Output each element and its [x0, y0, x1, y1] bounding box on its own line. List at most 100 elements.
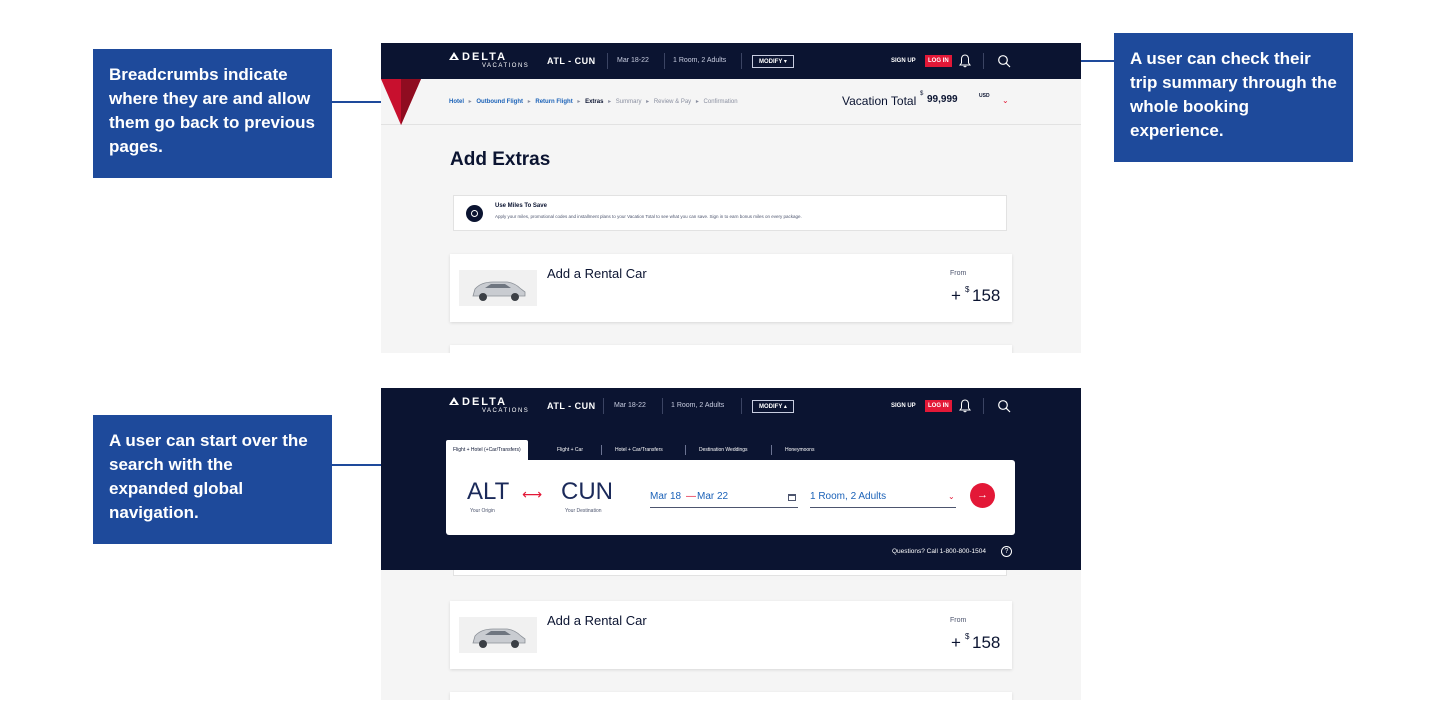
rental-car-image	[459, 270, 537, 306]
tab-divider	[771, 445, 772, 455]
delta-vacations-logo[interactable]: DELTA VACATIONS	[449, 51, 529, 73]
next-extra-card[interactable]	[450, 345, 1012, 353]
breadcrumb-separator: ▸	[527, 99, 531, 105]
guests-select[interactable]: 1 Room, 2 Adults ⌄	[810, 490, 956, 508]
trip-route: ATL - CUN	[547, 401, 596, 411]
tab-divider	[601, 445, 602, 455]
trip-guests: 1 Room, 2 Adults	[673, 57, 727, 64]
breadcrumb-confirmation: Confirmation	[703, 99, 738, 105]
trip-guests: 1 Room, 2 Adults	[671, 402, 725, 409]
nav-divider	[603, 398, 604, 414]
guests-value: 1 Room, 2 Adults	[810, 491, 887, 502]
breadcrumb-separator: ▸	[608, 99, 612, 105]
sign-up-link[interactable]: SIGN UP	[891, 403, 916, 409]
breadcrumb-review-pay: Review & Pay	[653, 99, 692, 105]
nav-divider	[983, 53, 984, 69]
breadcrumb-summary: Summary	[615, 99, 642, 105]
nav-divider	[662, 398, 663, 414]
breadcrumb-hotel[interactable]: Hotel	[449, 99, 464, 105]
rental-car-card[interactable]: Add a Rental Car From + $ 158	[450, 601, 1012, 669]
price-currency-symbol: $	[965, 285, 970, 294]
questions-phone[interactable]: Questions? Call 1-800-800-1504	[892, 548, 986, 555]
logo-wordmark: DELTA	[462, 51, 508, 63]
tab-divider	[685, 445, 686, 455]
breadcrumb-extras: Extras	[585, 99, 604, 105]
logo-subtitle: VACATIONS	[482, 408, 530, 414]
search-panel: ALT Your Origin ⟷ CUN Your Destination M…	[446, 460, 1015, 535]
vacation-total-amount: 99,999	[927, 94, 958, 105]
swap-icon[interactable]: ⟷	[522, 486, 542, 503]
chevron-down-icon[interactable]: ⌄	[1002, 96, 1009, 105]
search-icon[interactable]	[997, 399, 1011, 413]
miles-title: Use Miles To Save	[495, 203, 547, 209]
origin-label: Your Origin	[470, 508, 495, 514]
rental-car-card[interactable]: Add a Rental Car From + $ 158	[450, 254, 1012, 322]
modify-button[interactable]: MODIFY ▴	[752, 400, 794, 413]
nav-divider	[983, 398, 984, 414]
nav-divider	[741, 398, 742, 414]
breadcrumb-bar: Hotel ▸ Outbound Flight ▸ Return Flight …	[381, 79, 1081, 125]
expanded-global-navigation: DELTA VACATIONS ATL - CUN Mar 18-22 1 Ro…	[381, 388, 1081, 570]
date-separator: —	[686, 491, 696, 502]
tab-hotel-car[interactable]: Hotel + Car/Transfers	[615, 440, 663, 460]
nav-divider	[664, 53, 665, 69]
destination-code[interactable]: CUN	[561, 478, 613, 506]
callout-summary: A user can check their trip summary thro…	[1114, 33, 1353, 162]
page-title: Add Extras	[450, 149, 551, 170]
breadcrumb-separator: ▸	[468, 99, 472, 105]
next-extra-card[interactable]	[450, 692, 1012, 700]
logo-wordmark: DELTA	[462, 396, 508, 408]
modify-button[interactable]: MODIFY ▾	[752, 55, 794, 68]
price-from-label: From	[950, 270, 967, 277]
rental-car-title: Add a Rental Car	[547, 613, 647, 628]
tab-destination-weddings[interactable]: Destination Weddings	[699, 440, 748, 460]
price-currency-symbol: $	[965, 632, 970, 641]
rental-car-image	[459, 617, 537, 653]
bell-icon[interactable]	[959, 399, 971, 413]
destination-label: Your Destination	[565, 508, 602, 514]
log-in-button[interactable]: LOG IN	[925, 55, 952, 67]
delta-triangle-icon	[449, 397, 459, 405]
price-plus-sign: +	[951, 286, 961, 305]
breadcrumb-separator: ▸	[695, 99, 699, 105]
delta-wedge-icon	[381, 79, 421, 125]
miles-description: Apply your miles, promotional codes and …	[495, 214, 802, 219]
breadcrumb-separator: ▸	[577, 99, 581, 105]
callout-breadcrumbs: Breadcrumbs indicate where they are and …	[93, 49, 332, 178]
calendar-icon	[788, 494, 796, 501]
logo-subtitle: VACATIONS	[482, 63, 530, 69]
price-from-label: From	[950, 617, 967, 624]
booking-page-mockup: DELTA VACATIONS ATL - CUN Mar 18-22 1 Ro…	[381, 43, 1081, 353]
nav-divider	[607, 53, 608, 69]
sign-up-link[interactable]: SIGN UP	[891, 58, 916, 64]
date-start: Mar 18	[650, 491, 682, 502]
search-icon[interactable]	[997, 54, 1011, 68]
vacation-total-label: Vacation Total	[842, 94, 917, 108]
rental-car-price: 158	[972, 286, 1001, 305]
delta-vacations-logo[interactable]: DELTA VACATIONS	[449, 396, 529, 418]
callout-start-over: A user can start over the search with th…	[93, 415, 332, 544]
date-end: Mar 22	[697, 491, 729, 502]
origin-code[interactable]: ALT	[467, 478, 509, 506]
search-submit-button[interactable]: →	[970, 483, 995, 508]
global-navbar: DELTA VACATIONS ATL - CUN Mar 18-22 1 Ro…	[381, 43, 1081, 79]
breadcrumb: Hotel ▸ Outbound Flight ▸ Return Flight …	[449, 98, 741, 105]
bell-icon[interactable]	[959, 54, 971, 68]
log-in-button[interactable]: LOG IN	[925, 400, 952, 412]
miles-banner-edge	[453, 570, 1007, 576]
breadcrumb-outbound-flight[interactable]: Outbound Flight	[476, 99, 523, 105]
trip-dates: Mar 18-22	[614, 402, 646, 409]
miles-icon	[466, 205, 483, 222]
trip-dates: Mar 18-22	[617, 57, 649, 64]
tab-honeymoons[interactable]: Honeymoons	[785, 440, 814, 460]
tab-flight-car[interactable]: Flight + Car	[557, 440, 583, 460]
rental-car-price: 158	[972, 633, 1001, 652]
vacation-total-currency: USD	[979, 93, 990, 99]
tab-flight-hotel[interactable]: Flight + Hotel (+Car/Transfers)	[446, 440, 528, 460]
miles-banner: Use Miles To Save Apply your miles, prom…	[453, 195, 1007, 231]
global-navbar: DELTA VACATIONS ATL - CUN Mar 18-22 1 Ro…	[381, 388, 1081, 424]
chevron-down-icon: ⌄	[948, 492, 955, 501]
breadcrumb-return-flight[interactable]: Return Flight	[535, 99, 572, 105]
help-icon[interactable]: ?	[1001, 546, 1012, 557]
dates-field[interactable]: Mar 18 — Mar 22	[650, 490, 798, 508]
